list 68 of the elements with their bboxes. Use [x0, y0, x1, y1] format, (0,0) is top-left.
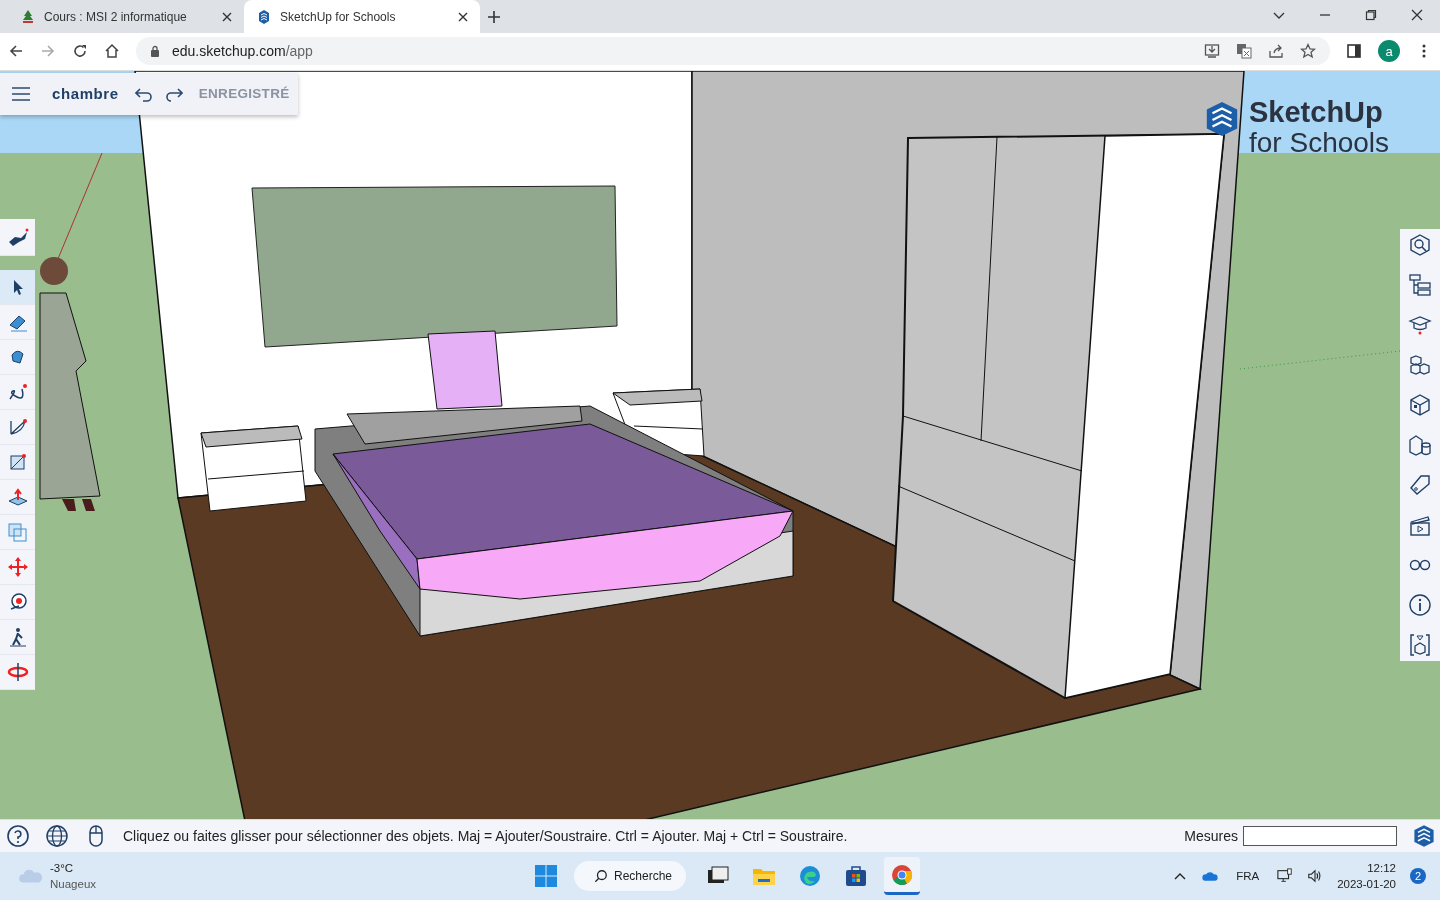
share-icon[interactable] — [1268, 43, 1284, 60]
globe-icon[interactable] — [45, 824, 69, 849]
cube-frame-icon[interactable] — [1408, 632, 1432, 657]
install-icon[interactable] — [1204, 43, 1220, 60]
tree-icon — [20, 8, 36, 25]
tool-button[interactable] — [0, 339, 35, 375]
measurements-label: Mesures — [1184, 828, 1238, 845]
browser-tab[interactable]: SketchUp for Schools — [244, 0, 480, 33]
weather-condition: Nuageux — [50, 877, 97, 893]
lock-icon — [150, 45, 160, 58]
cubes-icon[interactable] — [1408, 352, 1432, 377]
url-text: edu.sketchup.com/app — [172, 43, 313, 60]
tag-icon[interactable] — [1408, 472, 1432, 497]
sketchup-logo-icon — [256, 8, 272, 25]
tool-button[interactable] — [0, 218, 35, 256]
help-icon[interactable] — [6, 824, 30, 849]
taskbar-search[interactable]: Recherche — [574, 861, 687, 892]
language-indicator[interactable]: FRA — [1236, 870, 1260, 883]
logo-title: SketchUp — [1249, 97, 1384, 127]
clock-time[interactable]: 12:12 — [1367, 860, 1396, 877]
move-arrows-icon — [6, 555, 29, 578]
logo-subtitle: for Schools — [1249, 128, 1390, 157]
sketchup-logo-icon[interactable] — [1412, 824, 1436, 849]
measurements-field[interactable] — [1243, 826, 1397, 847]
new-tab-icon[interactable] — [488, 11, 500, 23]
material-cube-icon[interactable] — [1408, 392, 1432, 417]
status-message: Cliquez ou faites glisser pour sélectionner des objets. Maj = Ajouter/Soustraire. Ctrl = Ajouter. Maj + Ctrl = Soustraire. — [123, 828, 848, 845]
outline-tree-icon[interactable] — [1408, 272, 1432, 297]
tool-button[interactable] — [0, 304, 35, 340]
browser-tab[interactable]: Cours : MSI 2 informatique — [8, 0, 244, 33]
info-icon[interactable] — [1408, 592, 1432, 617]
close-icon[interactable] — [458, 11, 468, 22]
notification-badge[interactable]: 2 — [1410, 868, 1426, 885]
translate-icon[interactable] — [1236, 43, 1252, 60]
tab-title: SketchUp for Schools — [280, 9, 397, 24]
tool-button[interactable] — [0, 654, 35, 690]
model-name[interactable]: chambre — [52, 85, 119, 103]
side-panel-icon[interactable] — [1346, 43, 1362, 60]
tool-button[interactable] — [0, 619, 35, 655]
tab-title: Cours : MSI 2 informatique — [44, 9, 188, 24]
save-status: ENREGISTRÉ — [198, 86, 290, 102]
tool-button[interactable] — [0, 269, 35, 305]
network-icon[interactable] — [1277, 868, 1294, 885]
chrome-icon — [890, 862, 915, 887]
tool-button[interactable] — [0, 409, 35, 445]
temperature: -3°C — [50, 861, 75, 877]
tool-button[interactable] — [0, 479, 35, 515]
profile-avatar[interactable]: a — [1378, 40, 1400, 63]
address-field[interactable]: edu.sketchup.com/app — [136, 37, 1330, 66]
offset-icon — [6, 520, 29, 543]
tool-button[interactable] — [0, 584, 35, 620]
home-icon[interactable] — [104, 43, 120, 60]
search-icon[interactable] — [1408, 232, 1432, 257]
menu-icon[interactable] — [11, 86, 31, 101]
store-icon — [844, 864, 869, 889]
reload-icon[interactable] — [72, 43, 88, 60]
clock-date[interactable]: 2023-01-20 — [1337, 876, 1396, 893]
restore-icon[interactable] — [1365, 9, 1377, 21]
edge-browser-icon — [798, 864, 823, 889]
undo-icon[interactable] — [134, 85, 153, 102]
orbit-icon — [6, 660, 29, 683]
close-icon[interactable] — [1411, 9, 1423, 21]
star-icon[interactable] — [1300, 43, 1316, 60]
search-icon — [594, 869, 608, 884]
windows-start-icon[interactable] — [534, 864, 558, 889]
close-icon[interactable] — [222, 11, 232, 22]
redo-icon[interactable] — [164, 85, 183, 102]
tool-button[interactable] — [0, 374, 35, 410]
